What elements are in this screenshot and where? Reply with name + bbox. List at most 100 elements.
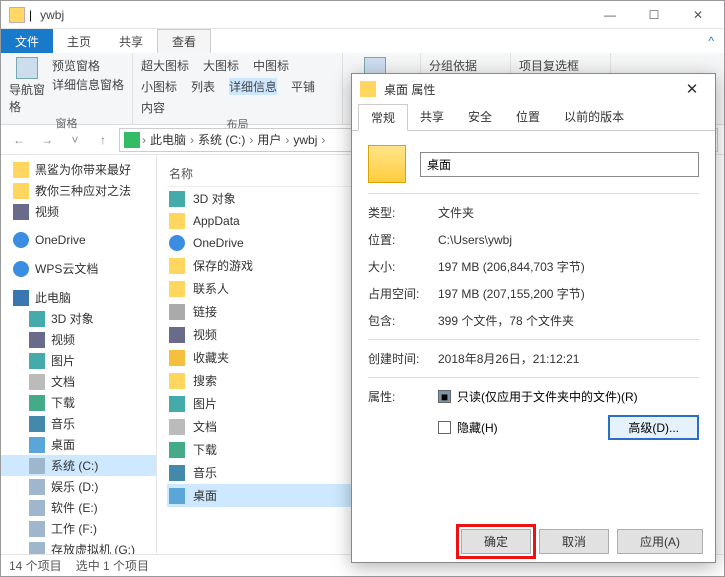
details-pane-button[interactable]: 详细信息窗格 bbox=[52, 76, 124, 93]
tree-item-label: 图片 bbox=[51, 352, 75, 369]
tab-share[interactable]: 共享 bbox=[105, 29, 157, 53]
tree-item[interactable]: 图片 bbox=[1, 350, 156, 371]
folder-name-input[interactable]: 桌面 bbox=[420, 152, 699, 177]
tree-item-label: 音乐 bbox=[51, 415, 75, 432]
label-created: 创建时间: bbox=[368, 350, 438, 367]
item-checkbox-toggle[interactable]: 项目复选框 bbox=[519, 57, 602, 74]
ok-button[interactable]: 确定 bbox=[461, 529, 531, 554]
tab-previous[interactable]: 以前的版本 bbox=[552, 104, 636, 130]
tree-item[interactable]: 娱乐 (D:) bbox=[1, 476, 156, 497]
folder-icon bbox=[9, 7, 25, 23]
nav-tree[interactable]: 黑鲨为你带来最好教你三种应对之法视频 OneDrive WPS云文档此电脑 3D 对象… bbox=[1, 155, 157, 554]
title-sep: | bbox=[29, 8, 32, 22]
pic-icon bbox=[29, 353, 45, 369]
file-name: 视频 bbox=[193, 326, 217, 343]
forward-button[interactable]: → bbox=[35, 128, 59, 152]
drive-icon bbox=[29, 479, 45, 495]
dl-icon bbox=[169, 442, 185, 458]
group-by-button[interactable]: 分组依据 bbox=[429, 57, 502, 74]
tab-home[interactable]: 主页 bbox=[53, 29, 105, 53]
file-name: 图片 bbox=[193, 395, 217, 412]
layout-details[interactable]: 详细信息 bbox=[229, 78, 277, 95]
tree-item-label: 系统 (C:) bbox=[51, 457, 98, 474]
tree-item[interactable]: 视频 bbox=[1, 201, 156, 222]
tree-item[interactable]: 下载 bbox=[1, 392, 156, 413]
tree-item[interactable]: 此电脑 bbox=[1, 287, 156, 308]
tree-item[interactable]: 存放虚拟机 (G:) bbox=[1, 539, 156, 554]
dialog-title: 桌面 属性 bbox=[384, 81, 677, 98]
tree-item[interactable]: WPS云文档 bbox=[1, 258, 156, 279]
window-title: ywbj bbox=[40, 8, 64, 22]
tab-sharing[interactable]: 共享 bbox=[408, 104, 456, 130]
file-name: 音乐 bbox=[193, 464, 217, 481]
preview-pane-button[interactable]: 预览窗格 bbox=[52, 57, 124, 74]
tab-view[interactable]: 查看 bbox=[157, 29, 211, 53]
folder-icon bbox=[13, 162, 29, 178]
tab-location[interactable]: 位置 bbox=[504, 104, 552, 130]
vid-icon bbox=[169, 327, 185, 343]
value-created: 2018年8月26日，21:12:21 bbox=[438, 350, 579, 367]
tree-item[interactable]: 桌面 bbox=[1, 434, 156, 455]
tree-item-label: 此电脑 bbox=[35, 289, 71, 306]
tree-item[interactable]: OneDrive bbox=[1, 230, 156, 250]
label-size-on-disk: 占用空间: bbox=[368, 285, 438, 302]
file-name: OneDrive bbox=[193, 236, 244, 250]
tree-item-label: 教你三种应对之法 bbox=[35, 182, 131, 199]
layout-lg[interactable]: 大图标 bbox=[203, 57, 239, 74]
tree-item[interactable]: 3D 对象 bbox=[1, 308, 156, 329]
minimize-button[interactable]: — bbox=[588, 2, 632, 28]
tree-item[interactable]: 工作 (F:) bbox=[1, 518, 156, 539]
apply-button[interactable]: 应用(A) bbox=[617, 529, 703, 554]
cloud-icon bbox=[13, 232, 29, 248]
crumb-2[interactable]: 用户 bbox=[255, 131, 283, 148]
cloud-icon bbox=[13, 261, 29, 277]
value-size-on-disk: 197 MB (207,155,200 字节) bbox=[438, 285, 585, 302]
vid-icon bbox=[13, 204, 29, 220]
value-location: C:\Users\ywbj bbox=[438, 233, 512, 247]
tree-item[interactable]: 黑鲨为你带来最好 bbox=[1, 159, 156, 180]
tree-item[interactable]: 教你三种应对之法 bbox=[1, 180, 156, 201]
tree-item[interactable]: 视频 bbox=[1, 329, 156, 350]
tab-file[interactable]: 文件 bbox=[1, 29, 53, 53]
file-name: 链接 bbox=[193, 303, 217, 320]
readonly-checkbox[interactable]: ■ bbox=[438, 390, 451, 403]
back-button[interactable]: ← bbox=[7, 128, 31, 152]
cancel-button[interactable]: 取消 bbox=[539, 529, 609, 554]
folder-icon bbox=[169, 258, 185, 274]
tab-general[interactable]: 常规 bbox=[358, 104, 408, 131]
advanced-button[interactable]: 高级(D)... bbox=[608, 415, 699, 440]
tree-item-label: OneDrive bbox=[35, 233, 86, 247]
layout-content[interactable]: 内容 bbox=[141, 99, 165, 116]
maximize-button[interactable]: ☐ bbox=[632, 2, 676, 28]
navpane-button[interactable]: 导航窗格 bbox=[9, 57, 46, 115]
navpane-label: 导航窗格 bbox=[9, 81, 46, 115]
mus-icon bbox=[29, 416, 45, 432]
crumb-3[interactable]: ywbj bbox=[291, 133, 319, 147]
tree-item[interactable]: 系统 (C:) bbox=[1, 455, 156, 476]
file-name: 联系人 bbox=[193, 280, 229, 297]
tree-item[interactable]: 软件 (E:) bbox=[1, 497, 156, 518]
dialog-close-button[interactable]: ✕ bbox=[677, 80, 707, 98]
pic-icon bbox=[169, 396, 185, 412]
layout-md[interactable]: 中图标 bbox=[253, 57, 289, 74]
hidden-checkbox[interactable] bbox=[438, 421, 451, 434]
layout-xl[interactable]: 超大图标 bbox=[141, 57, 189, 74]
tree-item-label: 工作 (F:) bbox=[51, 520, 97, 537]
tab-security[interactable]: 安全 bbox=[456, 104, 504, 130]
close-button[interactable]: ✕ bbox=[676, 2, 720, 28]
dl-icon bbox=[29, 395, 45, 411]
value-type: 文件夹 bbox=[438, 204, 474, 221]
layout-sm[interactable]: 小图标 bbox=[141, 78, 177, 95]
layout-list[interactable]: 列表 bbox=[191, 78, 215, 95]
tree-item[interactable]: 文档 bbox=[1, 371, 156, 392]
crumb-1[interactable]: 系统 (C:) bbox=[196, 131, 247, 148]
recent-dropdown[interactable]: ˅ bbox=[63, 128, 87, 152]
layout-tile[interactable]: 平铺 bbox=[291, 78, 315, 95]
up-button[interactable]: ↑ bbox=[91, 128, 115, 152]
tree-item[interactable]: 音乐 bbox=[1, 413, 156, 434]
crumb-0[interactable]: 此电脑 bbox=[148, 131, 188, 148]
ribbon-expand-icon[interactable]: ^ bbox=[698, 29, 724, 53]
file-name: 桌面 bbox=[193, 487, 217, 504]
folder-icon bbox=[169, 281, 185, 297]
drive-icon bbox=[29, 458, 45, 474]
